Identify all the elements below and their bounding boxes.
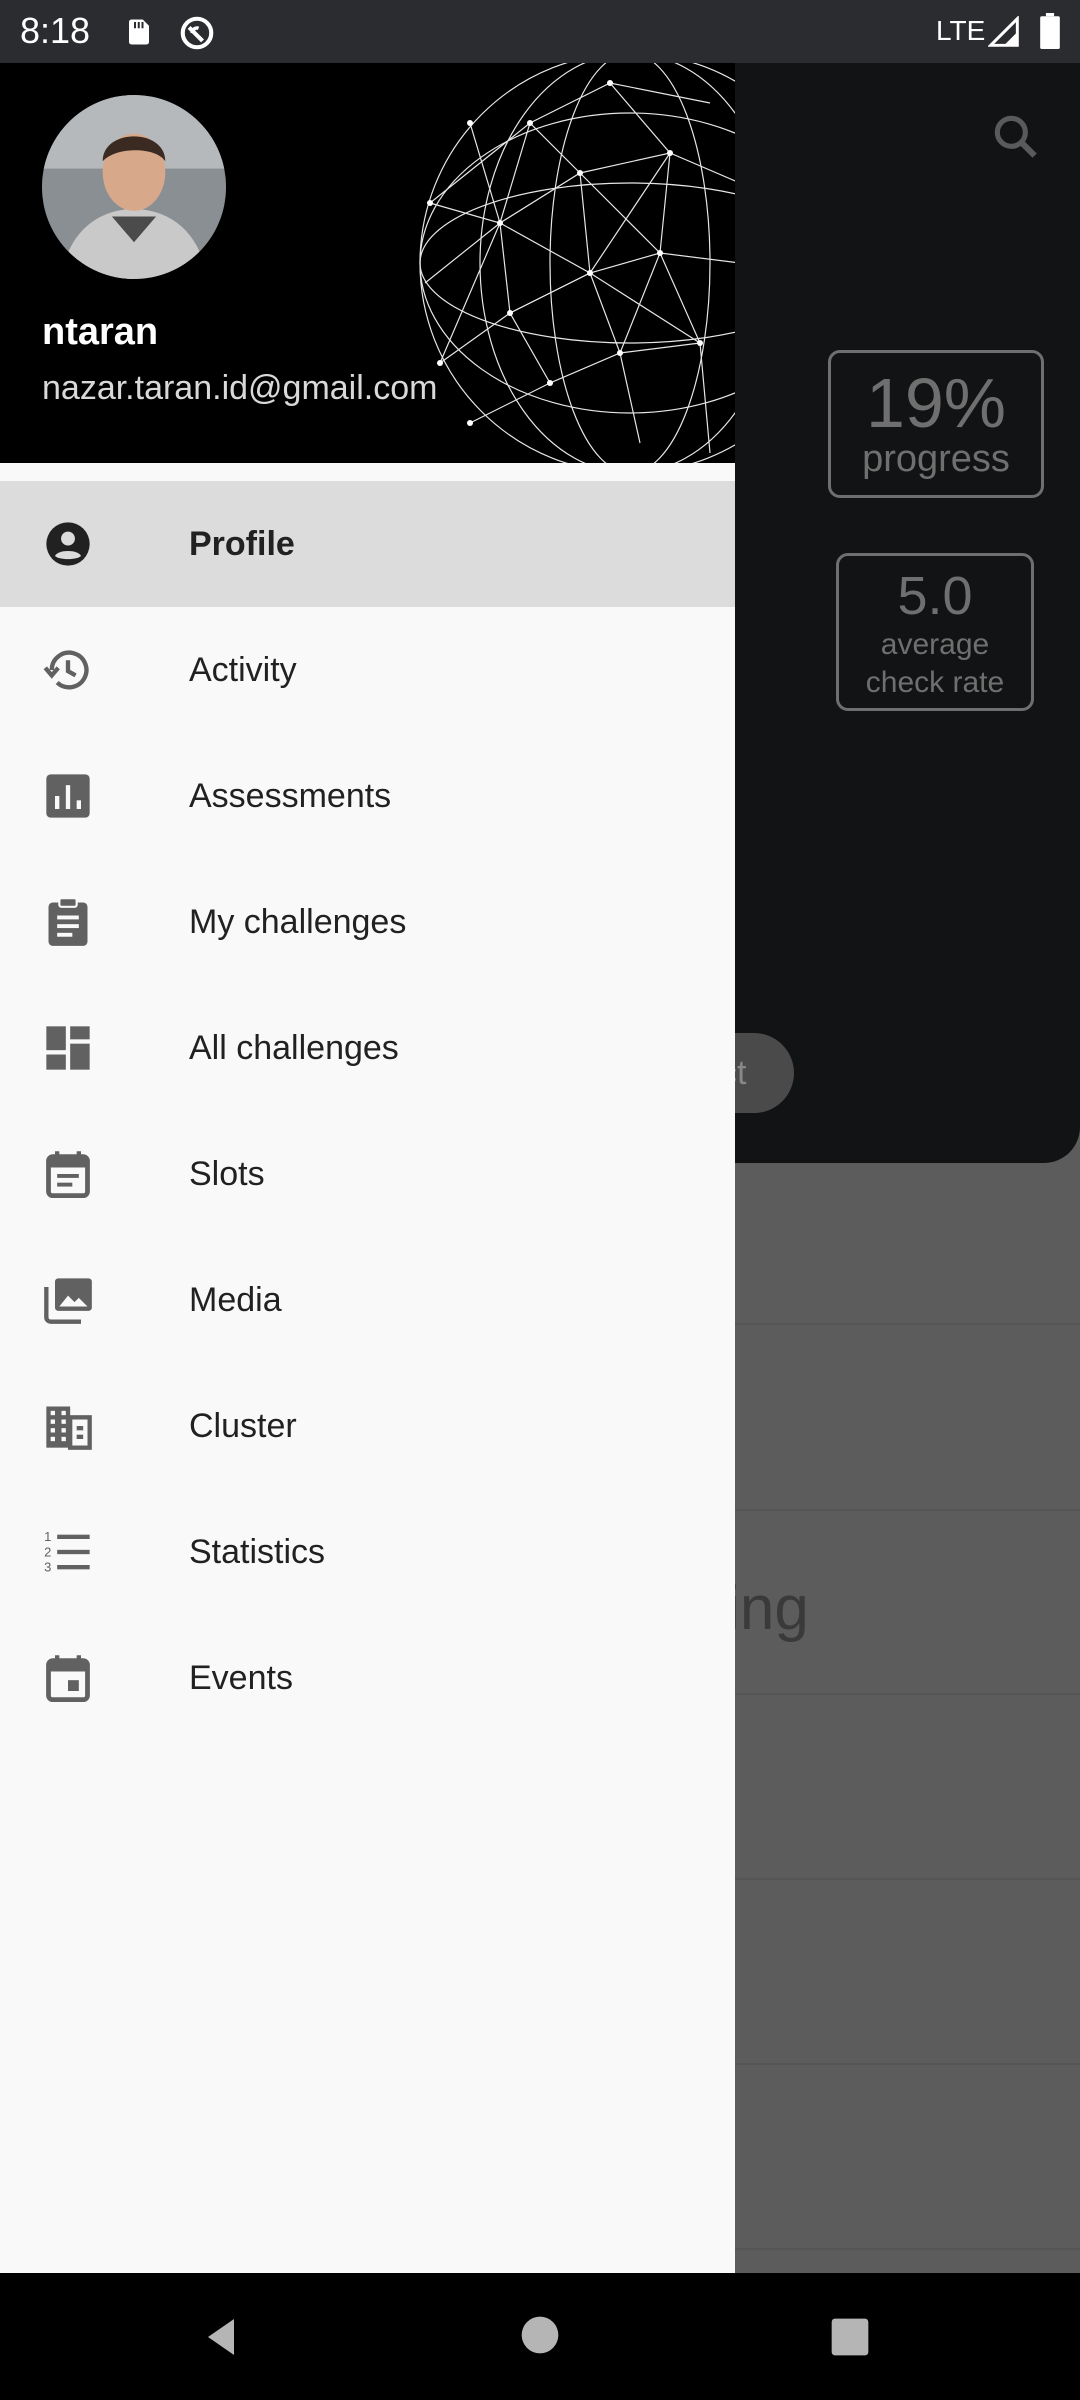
menu-item-profile[interactable]: Profile <box>0 481 735 607</box>
menu-label-activity: Activity <box>189 651 297 689</box>
menu-item-slots[interactable]: Slots <box>0 1111 735 1237</box>
network-globe-image <box>419 63 735 463</box>
system-navigation-bar <box>0 2273 1080 2400</box>
drawer-menu: Profile Activity Assessments My challeng… <box>0 481 735 1741</box>
check-rate-label-1: average <box>880 628 990 661</box>
menu-label-media: Media <box>189 1281 282 1319</box>
menu-label-cluster: Cluster <box>189 1407 297 1445</box>
menu-label-events: Events <box>189 1659 293 1697</box>
battery-icon <box>1040 13 1060 49</box>
event-icon <box>46 1655 90 1703</box>
drawer-header: ntaran nazar.taran.id@gmail.com <box>0 63 735 463</box>
clipboard-icon <box>48 897 88 946</box>
status-bar: 8:18 LTE <box>0 0 1080 63</box>
status-time: 8:18 <box>20 10 91 51</box>
menu-label-all-challenges: All challenges <box>189 1029 399 1067</box>
search-icon <box>994 115 1037 158</box>
network-type: LTE <box>936 15 986 46</box>
svg-text:3: 3 <box>44 1560 51 1575</box>
history-icon <box>43 650 89 690</box>
bar-chart-icon <box>46 774 90 818</box>
menu-label-slots: Slots <box>189 1155 265 1193</box>
menu-item-media[interactable]: Media <box>0 1237 735 1363</box>
user-email: nazar.taran.id@gmail.com <box>42 369 438 407</box>
numbered-list-icon: 1 2 3 <box>44 1529 90 1575</box>
photo-library-icon <box>44 1278 92 1324</box>
signal-icon <box>988 16 1019 47</box>
calendar-note-icon <box>46 1151 90 1199</box>
menu-item-my-challenges[interactable]: My challenges <box>0 859 735 985</box>
account-circle-icon <box>46 522 90 566</box>
home-icon[interactable] <box>520 2315 560 2355</box>
navigation-drawer: ntaran nazar.taran.id@gmail.com Profile … <box>0 63 735 2273</box>
menu-label-profile: Profile <box>189 525 295 563</box>
check-rate-label-2: check rate <box>865 666 1005 699</box>
menu-item-activity[interactable]: Activity <box>0 607 735 733</box>
building-icon <box>46 1406 92 1450</box>
menu-item-all-challenges[interactable]: All challenges <box>0 985 735 1111</box>
menu-label-assessments: Assessments <box>189 777 392 815</box>
sd-card-icon <box>129 19 149 45</box>
user-name: ntaran <box>42 311 159 353</box>
menu-item-assessments[interactable]: Assessments <box>0 733 735 859</box>
back-icon[interactable] <box>198 2313 246 2361</box>
svg-text:2: 2 <box>44 1544 51 1559</box>
user-avatar[interactable] <box>42 95 226 279</box>
menu-label-my-challenges: My challenges <box>189 903 407 941</box>
dashboard-icon <box>46 1026 90 1070</box>
menu-item-events[interactable]: Events <box>0 1615 735 1741</box>
menu-item-statistics[interactable]: 1 2 3 Statistics <box>0 1489 735 1615</box>
svg-text:1: 1 <box>44 1529 51 1544</box>
progress-stat: 19% progress <box>828 350 1044 498</box>
recents-icon[interactable] <box>830 2317 870 2357</box>
progress-label: progress <box>862 438 1010 480</box>
do-not-disturb-icon <box>180 16 214 50</box>
check-rate-value: 5.0 <box>897 566 973 626</box>
progress-value: 19% <box>865 364 1007 442</box>
menu-item-cluster[interactable]: Cluster <box>0 1363 735 1489</box>
menu-label-statistics: Statistics <box>189 1533 326 1571</box>
check-rate-stat: 5.0 average check rate <box>836 553 1034 711</box>
